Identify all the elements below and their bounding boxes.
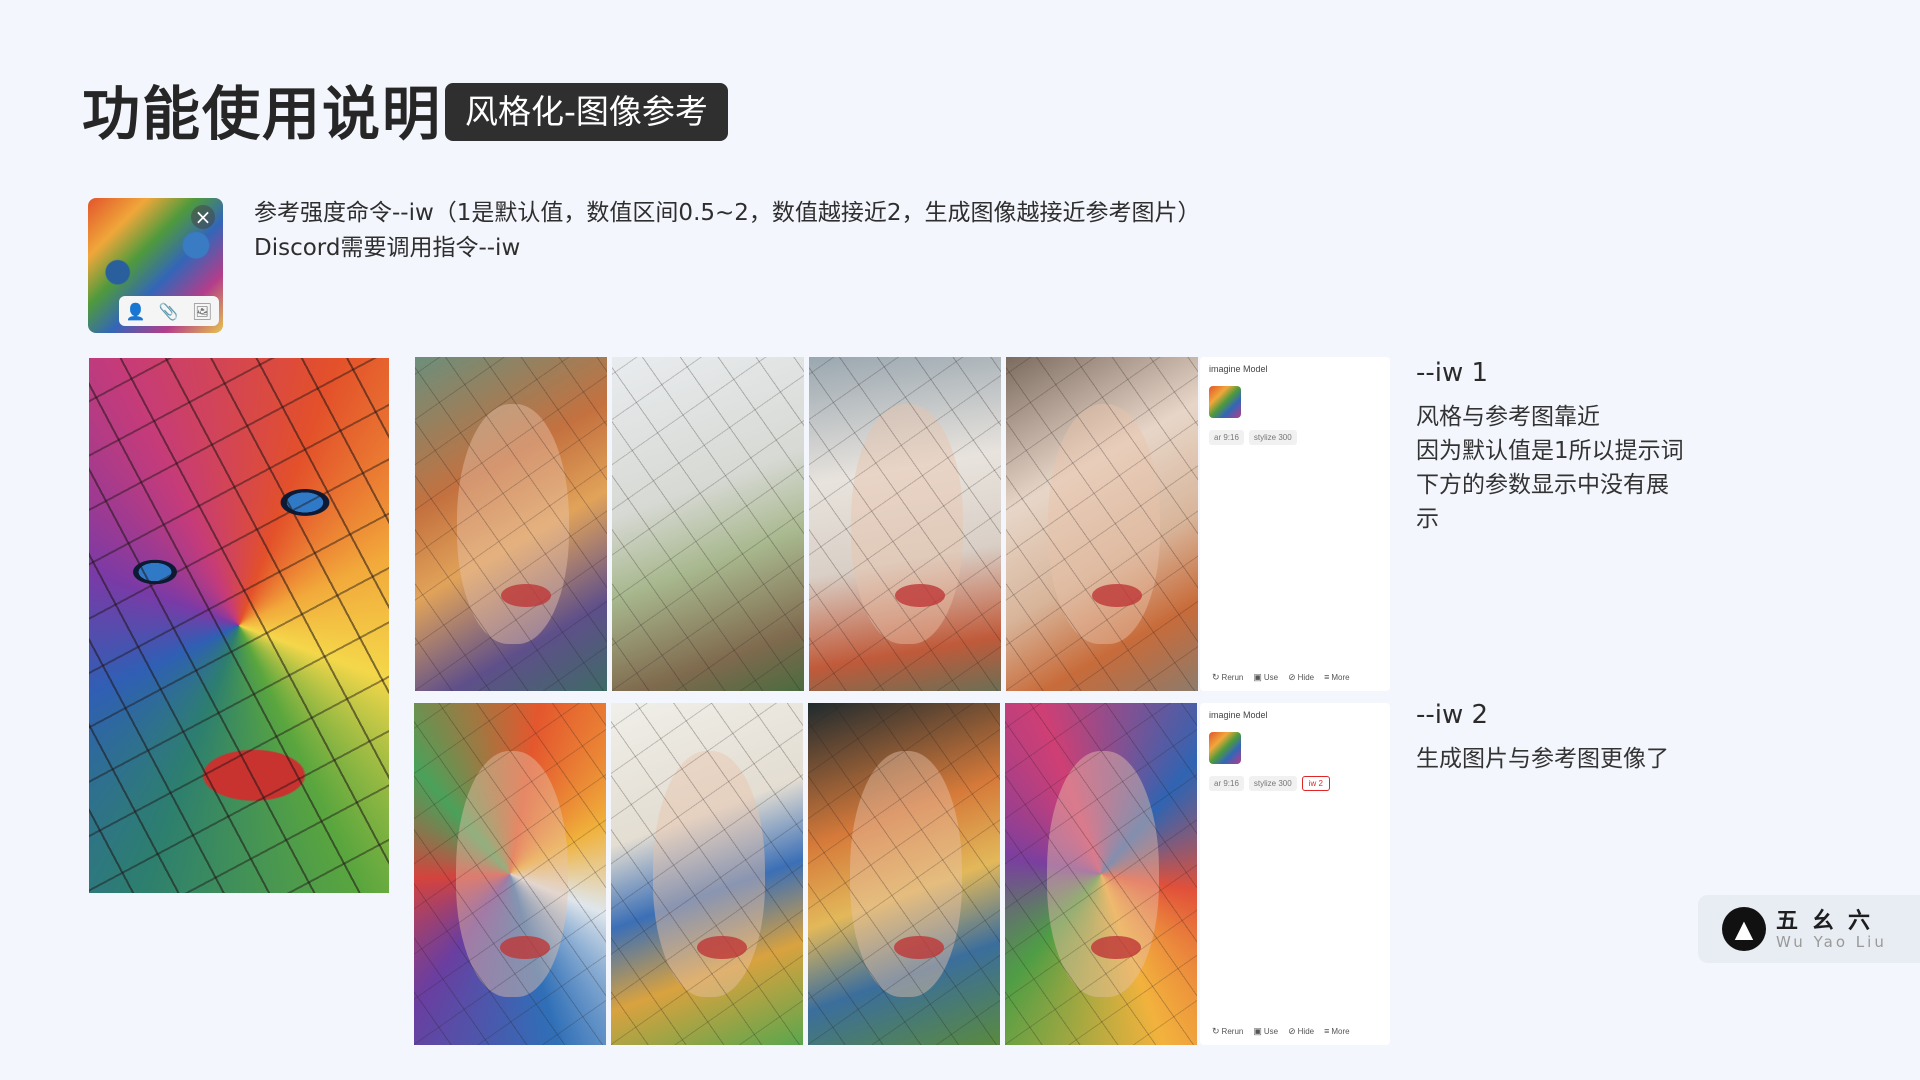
reference-toolbar: 👤 📎 🖼 xyxy=(119,296,219,326)
panel-title: imagine Model xyxy=(1209,364,1268,374)
note-body-iw1: 风格与参考图靠近 因为默认值是1所以提示词 下方的参数显示中没有展 示 xyxy=(1416,400,1716,536)
more-label: More xyxy=(1331,1027,1350,1036)
image-icon[interactable]: 🖼 xyxy=(192,302,212,321)
generated-image[interactable] xyxy=(612,357,804,691)
note-line: 示 xyxy=(1416,506,1439,532)
more-icon: ≡ xyxy=(1324,672,1330,682)
note-line: 下方的参数显示中没有展 xyxy=(1416,472,1669,498)
use-label: Use xyxy=(1263,673,1279,682)
rerun-label: Rerun xyxy=(1221,1027,1244,1036)
brand-logo: ▲ 五幺六 Wu Yao Liu xyxy=(1698,895,1920,963)
param-chip[interactable]: ar 9:16 xyxy=(1209,430,1244,445)
note-line: 风格与参考图靠近 xyxy=(1416,404,1600,430)
logo-mark-icon: ▲ xyxy=(1722,907,1766,951)
note-line: 生成图片与参考图更像了 xyxy=(1416,746,1669,772)
rerun-button[interactable]: ↻ Rerun xyxy=(1212,672,1243,683)
note-line: 因为默认值是1所以提示词 xyxy=(1416,438,1684,464)
hide-label: Hide xyxy=(1297,673,1315,682)
page-title: 功能使用说明 xyxy=(82,80,443,148)
close-icon[interactable]: × xyxy=(191,205,215,229)
use-icon: ▣ xyxy=(1253,1026,1262,1036)
rerun-icon: ↻ xyxy=(1212,1026,1220,1036)
job-info-panel: imagine Model ar 9:16 stylize 300 iw 2 ↻… xyxy=(1200,703,1390,1045)
note-heading-iw2: --iw 2 xyxy=(1416,700,1489,730)
description-line-1: 参考强度命令--iw（1是默认值，数值区间0.5~2，数值越接近2，生成图像越接… xyxy=(254,200,1201,226)
panel-actions: ↻ Rerun ▣ Use ⊘ Hide ≡ More xyxy=(1212,1026,1350,1037)
parameter-chips: ar 9:16 stylize 300 iw 2 xyxy=(1209,776,1330,791)
use-icon: ▣ xyxy=(1253,672,1262,682)
hide-button[interactable]: ⊘ Hide xyxy=(1288,672,1314,683)
param-chip-highlighted[interactable]: iw 2 xyxy=(1301,776,1330,791)
rerun-icon: ↻ xyxy=(1212,672,1220,682)
hide-icon: ⊘ xyxy=(1288,672,1296,682)
logo-text-cn: 五幺六 xyxy=(1776,909,1885,934)
hide-button[interactable]: ⊘ Hide xyxy=(1288,1026,1314,1037)
note-heading-iw1: --iw 1 xyxy=(1416,358,1489,388)
rerun-button[interactable]: ↻ Rerun xyxy=(1212,1026,1243,1037)
hide-label: Hide xyxy=(1297,1027,1315,1036)
use-button[interactable]: ▣ Use xyxy=(1253,1026,1278,1037)
panel-actions: ↻ Rerun ▣ Use ⊘ Hide ≡ More xyxy=(1212,672,1350,683)
parameter-chips: ar 9:16 stylize 300 xyxy=(1209,430,1297,445)
generated-image[interactable] xyxy=(1006,357,1198,691)
param-chip[interactable]: stylize 300 xyxy=(1248,776,1297,791)
generated-image[interactable] xyxy=(414,703,606,1045)
logo-text-en: Wu Yao Liu xyxy=(1776,933,1887,951)
generated-image[interactable] xyxy=(415,357,607,691)
reference-thumbnail-small[interactable] xyxy=(1209,732,1241,764)
param-chip[interactable]: stylize 300 xyxy=(1248,430,1297,445)
generated-image[interactable] xyxy=(611,703,803,1045)
use-button[interactable]: ▣ Use xyxy=(1253,672,1278,683)
generated-image[interactable] xyxy=(1005,703,1197,1045)
more-button[interactable]: ≡ More xyxy=(1324,1026,1350,1037)
use-label: Use xyxy=(1263,1027,1279,1036)
reference-thumbnail-small[interactable] xyxy=(1209,386,1241,418)
reference-artwork xyxy=(89,358,389,893)
description-line-2: Discord需要调用指令--iw xyxy=(254,235,521,261)
person-icon[interactable]: 👤 xyxy=(126,302,146,321)
more-label: More xyxy=(1331,673,1350,682)
more-button[interactable]: ≡ More xyxy=(1324,672,1350,683)
generated-image[interactable] xyxy=(808,703,1000,1045)
description: 参考强度命令--iw（1是默认值，数值区间0.5~2，数值越接近2，生成图像越接… xyxy=(254,196,1201,266)
rerun-label: Rerun xyxy=(1221,673,1244,682)
title-badge: 风格化-图像参考 xyxy=(445,83,728,141)
panel-title: imagine Model xyxy=(1209,710,1268,720)
paperclip-icon[interactable]: 📎 xyxy=(159,302,179,321)
note-body-iw2: 生成图片与参考图更像了 xyxy=(1416,742,1716,776)
param-chip[interactable]: ar 9:16 xyxy=(1209,776,1244,791)
job-info-panel: imagine Model ar 9:16 stylize 300 ↻ Rerun… xyxy=(1200,357,1390,691)
more-icon: ≡ xyxy=(1324,1026,1330,1036)
hide-icon: ⊘ xyxy=(1288,1026,1296,1036)
generated-image[interactable] xyxy=(809,357,1001,691)
reference-thumbnail[interactable]: × 👤 📎 🖼 xyxy=(88,198,223,333)
